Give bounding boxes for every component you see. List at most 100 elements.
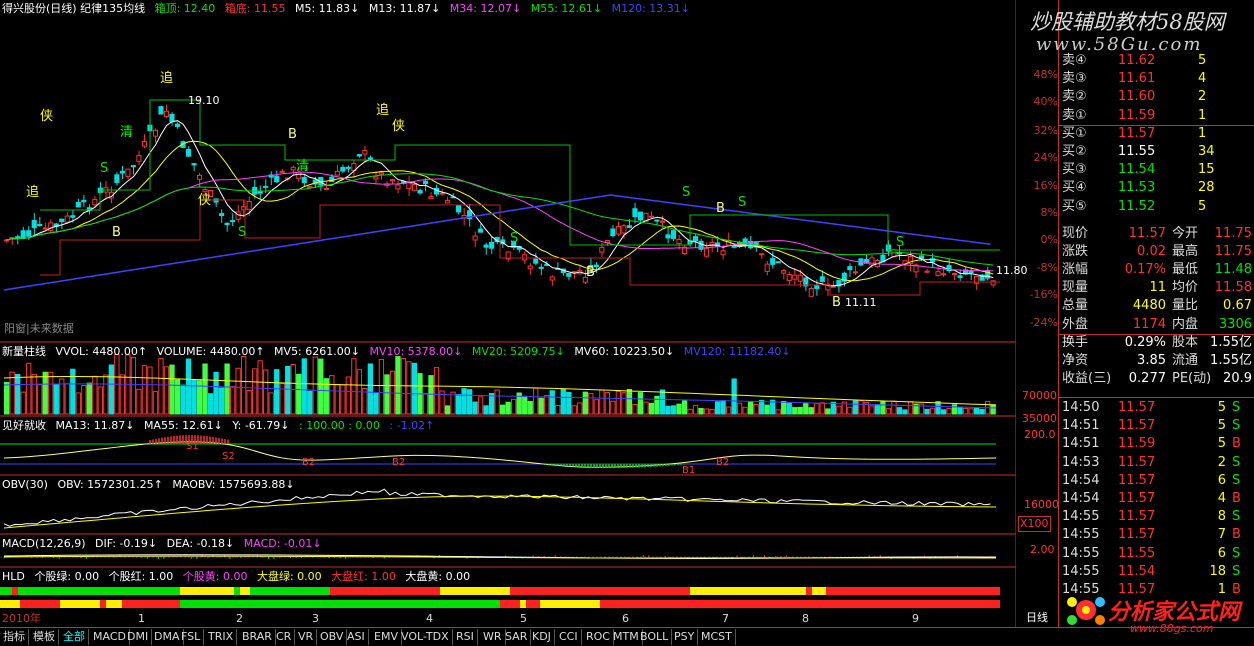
pct-tick: -8% [1036, 261, 1058, 274]
volume-bar [736, 402, 743, 415]
tick-row[interactable]: 14:55 11.54 18 S [1062, 563, 1252, 581]
volume-bar [86, 382, 92, 415]
bid-row[interactable]: 买⑤ 11.52 5 [1062, 198, 1252, 216]
tab-kdj[interactable]: KDJ [529, 629, 555, 645]
tick-row[interactable]: 14:53 11.57 2 S [1062, 454, 1252, 472]
tick-flag: S [1232, 418, 1241, 434]
volume-bar [847, 406, 853, 415]
bid-row[interactable]: 买④ 11.53 28 [1062, 179, 1252, 197]
volume-bar [224, 363, 230, 415]
tab-指标[interactable]: 指标 [0, 629, 29, 645]
hld-segment-market [540, 600, 600, 608]
volume-bar [285, 365, 291, 415]
candle-body [163, 110, 170, 118]
tick-flag: S [1232, 563, 1241, 579]
candle-body [428, 196, 434, 199]
macd-title: MACD(12,26,9) [2, 537, 86, 550]
x-axis-month: 7 [722, 612, 729, 625]
tick-row[interactable]: 14:55 11.57 8 S [1062, 508, 1252, 526]
tab-dmi[interactable]: DMI [124, 629, 153, 645]
volume-bar [670, 405, 677, 415]
volume-bar [92, 375, 98, 415]
tab-boll[interactable]: BOLL [637, 629, 673, 645]
volume-bar [731, 378, 737, 415]
bid-row[interactable]: 买① 11.57 1 [1062, 125, 1252, 143]
tick-row[interactable]: 14:50 11.57 5 S [1062, 399, 1252, 417]
tab-brar[interactable]: BRAR [239, 629, 276, 645]
volume-bar [759, 399, 765, 415]
chart-area[interactable]: 得兴股份(日线) 纪律135均线 箱顶: 12.40 箱底: 11.55 M5:… [0, 0, 1059, 627]
tab-全部[interactable]: 全部 [60, 629, 89, 645]
volume-bar [108, 364, 115, 415]
volume-bar [929, 407, 936, 415]
ask-row[interactable]: 卖③ 11.61 4 [1062, 70, 1252, 88]
tab-rsi[interactable]: RSI [453, 629, 478, 645]
tick-row[interactable]: 14:55 11.55 6 S [1062, 545, 1252, 563]
volume-bar [962, 407, 969, 415]
volume-bar [97, 386, 103, 415]
macd-dif: DIF: -0.19↓ [95, 537, 158, 550]
bid-row[interactable]: 买③ 11.54 15 [1062, 161, 1252, 179]
bid-row[interactable]: 买② 11.55 34 [1062, 143, 1252, 161]
tab-vol-tdx[interactable]: VOL-TDX [398, 629, 453, 645]
tab-sar[interactable]: SAR [502, 629, 532, 645]
x-axis-month: 9 [912, 612, 919, 625]
tick-row[interactable]: 14:54 11.57 6 S [1062, 472, 1252, 490]
tick-row[interactable]: 14:55 11.57 7 B [1062, 526, 1252, 544]
order-level-label: 卖③ [1062, 71, 1087, 87]
candle-body [792, 274, 798, 280]
tab-cci[interactable]: CCI [556, 629, 582, 645]
tab-asi[interactable]: ASI [344, 629, 369, 645]
tab-模板[interactable]: 模板 [30, 629, 59, 645]
tab-cr[interactable]: CR [273, 629, 296, 645]
volume-bar [527, 400, 533, 415]
signal-letter: 侠 [198, 193, 212, 208]
signal-letter: 清 [296, 159, 310, 174]
hld-segment-market [180, 600, 500, 608]
ask-row[interactable]: 卖① 11.59 1 [1062, 107, 1252, 125]
tab-fsl[interactable]: FSL [178, 629, 205, 645]
volume-bar [472, 401, 478, 415]
candle-body [781, 270, 787, 274]
candle-body [31, 219, 37, 229]
candle-body [389, 179, 395, 182]
volume-bar [141, 365, 148, 415]
candle-body [64, 215, 70, 223]
ask-row[interactable]: 卖② 11.60 2 [1062, 88, 1252, 106]
tab-trix[interactable]: TRIX [205, 629, 238, 645]
tab-psy[interactable]: PSY [671, 629, 699, 645]
volume-bar [163, 366, 170, 415]
tab-mcst[interactable]: MCST [698, 629, 736, 645]
tick-row[interactable]: 14:51 11.57 5 S [1062, 417, 1252, 435]
tick-time: 14:55 [1062, 509, 1100, 525]
period-label[interactable]: 日线 [1026, 611, 1048, 625]
volume-bar [979, 408, 985, 415]
ask-row[interactable]: 卖④ 11.62 5 [1062, 52, 1252, 70]
stat-label: 最低 [1172, 262, 1199, 278]
volume-bar [681, 400, 688, 415]
tab-obv[interactable]: OBV [317, 629, 348, 645]
candle-body [478, 228, 484, 233]
volume-bar [924, 408, 930, 415]
volume-bar [334, 384, 340, 415]
volume-bar [378, 358, 385, 415]
stat-label: 最高 [1172, 244, 1199, 260]
volume-bar [48, 371, 54, 415]
candle-body [566, 272, 572, 277]
tab-vr[interactable]: VR [295, 629, 318, 645]
volume-bar [577, 402, 583, 415]
tick-row[interactable]: 14:54 11.57 4 B [1062, 490, 1252, 508]
candle-body [219, 213, 225, 217]
chart-canvas[interactable] [0, 0, 1016, 627]
stat-label: 总量 [1062, 298, 1089, 314]
stat-value: 11.58 [1214, 280, 1252, 296]
indicator1-lines [0, 435, 997, 468]
order-volume: 1 [1198, 107, 1207, 123]
tick-row[interactable]: 14:51 11.59 5 B [1062, 435, 1252, 453]
volume-bar [345, 376, 352, 415]
volume-bar [37, 383, 43, 415]
volume-bar [907, 401, 914, 415]
volume-label: VOLUME: 4480.00↑ [156, 345, 265, 358]
ind1-axis-tick: 200.0 [1024, 428, 1056, 441]
candle-body [456, 204, 462, 213]
